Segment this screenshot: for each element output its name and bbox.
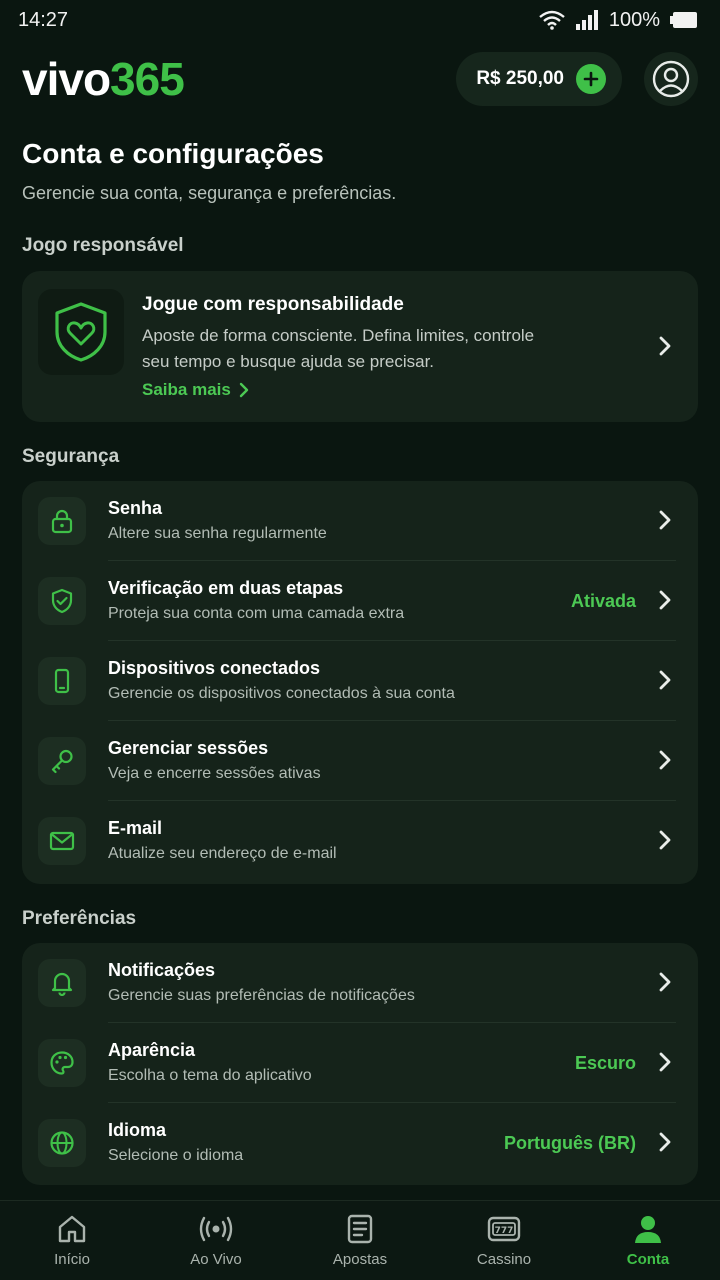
settings-row-password[interactable]: Senha Altere sua senha regularmente — [22, 481, 698, 561]
wifi-icon — [539, 10, 565, 30]
header-actions: R$ 250,00 — [456, 52, 698, 106]
nav-item-home[interactable]: Início — [0, 1201, 144, 1280]
responsible-gaming-card[interactable]: Jogue com responsabilidade Aposte de for… — [22, 271, 698, 422]
nav-item-bets[interactable]: Apostas — [288, 1201, 432, 1280]
chevron-right-icon — [659, 510, 671, 530]
profile-button[interactable] — [644, 52, 698, 106]
battery-icon — [670, 12, 697, 28]
shield-heart-icon — [38, 289, 124, 375]
theme-value: Escuro — [574, 1053, 636, 1073]
chevron-right-icon — [659, 1052, 671, 1072]
balance-amount: R$ 250,00 — [476, 68, 564, 89]
chevron-right-icon — [659, 830, 671, 850]
settings-row-two-factor[interactable]: Verificação em duas etapas Proteja sua c… — [22, 561, 698, 641]
settings-row-language[interactable]: Idioma Selecione o idioma Português (BR) — [22, 1103, 698, 1183]
nav-item-casino[interactable]: 777 Cassino — [432, 1201, 576, 1280]
settings-row-appearance[interactable]: Aparência Escolha o tema do aplicativo E… — [22, 1023, 698, 1103]
section-heading-responsible: Jogo responsável — [22, 235, 184, 256]
learn-more-link[interactable]: Saiba mais — [142, 380, 249, 400]
section-heading-preferences: Preferências — [22, 908, 137, 929]
app-logo[interactable]: vivo365 — [22, 56, 185, 102]
settings-row-notifications[interactable]: Notificações Gerencie suas preferências … — [22, 943, 698, 1023]
status-icons: 100% — [539, 9, 698, 32]
user-icon — [652, 60, 690, 98]
account-icon — [635, 1216, 661, 1243]
key-icon — [38, 737, 86, 785]
home-icon — [58, 1215, 86, 1243]
add-funds-icon[interactable] — [576, 64, 606, 94]
bell-icon — [38, 959, 86, 1007]
bottom-navigation: Início Ao Vivo Apostas 777 Cassino Conta — [0, 1200, 720, 1280]
chevron-right-icon — [659, 972, 671, 992]
nav-item-account[interactable]: Conta — [576, 1201, 720, 1280]
smartphone-icon — [38, 657, 86, 705]
battery-percent: 100% — [608, 8, 660, 31]
balance-button[interactable]: R$ 250,00 — [456, 52, 622, 106]
chevron-right-icon — [239, 382, 249, 398]
svg-text:777: 777 — [495, 1226, 514, 1236]
globe-icon — [38, 1119, 86, 1167]
language-value: Português (BR) — [504, 1133, 636, 1153]
responsible-description: Aposte de forma consciente. Defina limit… — [142, 326, 535, 371]
live-icon — [199, 1216, 233, 1242]
chevron-right-icon — [659, 336, 671, 356]
casino-icon: 777 — [487, 1216, 521, 1242]
chevron-right-icon — [659, 670, 671, 690]
settings-row-devices[interactable]: Dispositivos conectados Gerencie os disp… — [22, 641, 698, 721]
page-title: Conta e configurações — [22, 138, 324, 169]
status-time: 14:27 — [18, 8, 69, 31]
lock-icon — [38, 497, 86, 545]
nav-item-live[interactable]: Ao Vivo — [144, 1201, 288, 1280]
settings-row-email[interactable]: E-mail Atualize seu endereço de e-mail — [22, 801, 698, 881]
chevron-right-icon — [659, 590, 671, 610]
signal-icon — [575, 10, 598, 30]
section-heading-security: Segurança — [22, 446, 120, 467]
shield-check-icon — [38, 577, 86, 625]
status-bar: 14:27 100% — [0, 0, 720, 40]
two-factor-status: Ativada — [570, 591, 636, 611]
settings-row-sessions[interactable]: Gerenciar sessões Veja e encerre sessões… — [22, 721, 698, 801]
responsible-title: Jogue com responsabilidade — [142, 294, 404, 315]
app-header: vivo365 R$ 250,00 — [22, 50, 698, 108]
bets-icon — [347, 1214, 373, 1244]
palette-icon — [38, 1039, 86, 1087]
chevron-right-icon — [659, 1132, 671, 1152]
mail-icon — [38, 817, 86, 865]
page-subtitle: Gerencie sua conta, segurança e preferên… — [22, 183, 397, 203]
security-card: Senha Altere sua senha regularmente Veri… — [22, 481, 698, 884]
chevron-right-icon — [659, 750, 671, 770]
preferences-card: Notificações Gerencie suas preferências … — [22, 943, 698, 1185]
